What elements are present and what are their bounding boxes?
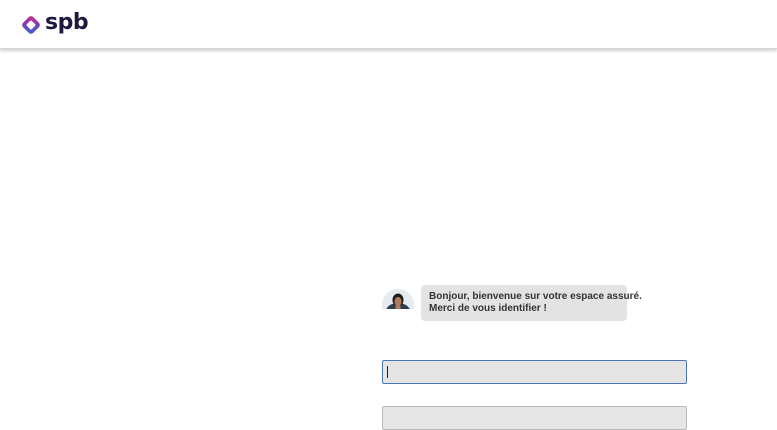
logo-text: spb: [45, 10, 89, 35]
spb-diamond-logo-icon: [22, 16, 40, 34]
spb-logo[interactable]: spb: [20, 10, 89, 38]
identifier-input[interactable]: [382, 360, 687, 384]
secondary-input[interactable]: [382, 406, 687, 430]
chat-message-line-2: Merci de vous identifier !: [429, 303, 547, 314]
top-header: spb: [0, 0, 777, 49]
chat-bubble: Bonjour, bienvenue sur votre espace assu…: [421, 285, 642, 321]
text-caret: [387, 366, 388, 378]
chat-message-line-1: Bonjour, bienvenue sur votre espace assu…: [429, 291, 642, 302]
assistant-avatar-icon: [382, 289, 414, 309]
